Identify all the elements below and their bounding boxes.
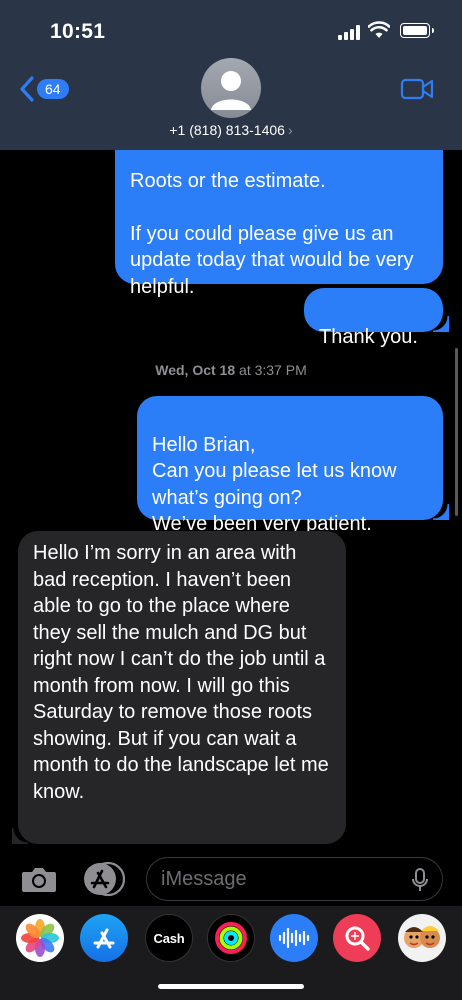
scroll-indicator[interactable] [455,348,458,516]
message-text: Hello Brian, Can you please let us know … [152,433,397,536]
message-text: Roots or the estimate. If you could plea… [130,169,414,298]
status-bar: 10:51 [0,0,462,60]
message-text: Hello I’m sorry in an area with bad rece… [33,542,329,803]
imessage-app-drawer: Cash [0,906,462,1000]
microphone-icon[interactable] [412,868,428,892]
sent-message-bubble[interactable]: Hello Brian, Can you please let us know … [137,396,449,535]
cellular-signal-icon [338,24,362,40]
app-store-icon [84,861,126,897]
timestamp-time: at 3:37 PM [235,362,307,378]
unread-count-badge: 64 [37,79,69,99]
chevron-right-icon: › [287,122,293,138]
back-button[interactable]: 64 [18,76,69,102]
contact-name-button[interactable]: +1 (818) 813-1406 › [0,122,462,138]
home-indicator[interactable] [158,984,304,989]
battery-icon [400,23,434,38]
image-search-icon[interactable] [333,914,381,962]
video-call-icon[interactable] [400,77,434,101]
camera-icon[interactable] [20,864,58,894]
activity-icon[interactable] [207,914,255,962]
chevron-left-icon [20,76,34,102]
conversation-header: 10:51 64 +1 (818) 813-1406 › [0,0,462,150]
person-icon [211,71,251,110]
apps-button[interactable] [80,861,126,897]
photos-icon[interactable] [16,914,64,962]
message-input[interactable]: iMessage [146,857,443,901]
app-store-icon[interactable] [80,914,128,962]
apple-cash-icon[interactable]: Cash [145,914,193,962]
cash-label: Cash [153,930,185,946]
received-message-bubble[interactable]: Hello I’m sorry in an area with bad rece… [12,531,346,844]
contact-avatar[interactable] [201,58,261,118]
contact-phone-number: +1 (818) 813-1406 [169,122,285,138]
memoji-icon[interactable] [398,914,446,962]
audio-message-icon[interactable] [270,914,318,962]
message-text: Thank you. [319,325,418,348]
status-time: 10:51 [50,20,106,43]
message-thread[interactable]: Roots or the estimate. If you could plea… [0,150,462,850]
sent-message-bubble[interactable]: Roots or the estimate. If you could plea… [115,150,443,298]
message-timestamp: Wed, Oct 18 at 3:37 PM [0,362,462,378]
timestamp-day: Wed, Oct 18 [155,362,236,378]
wifi-icon [368,21,390,38]
message-input-placeholder: iMessage [161,868,247,890]
sent-message-bubble[interactable]: Thank you. [304,288,449,348]
